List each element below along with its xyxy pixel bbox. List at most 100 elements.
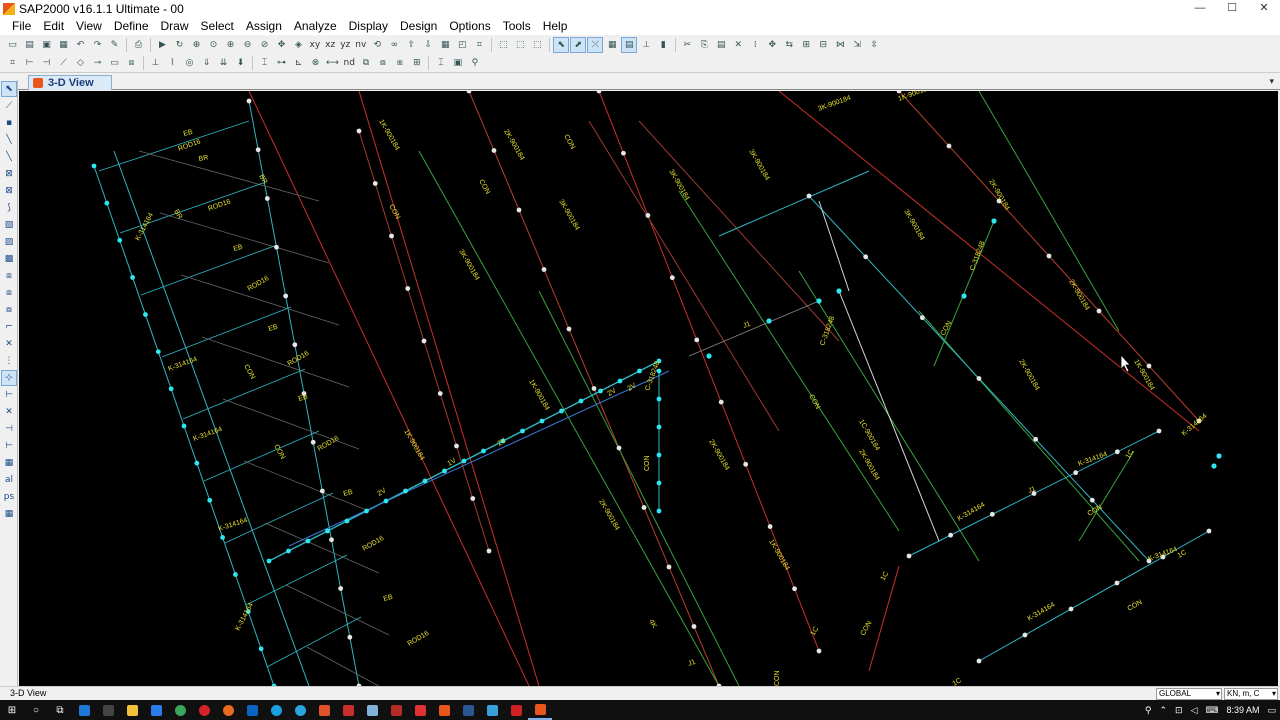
grid-lines-icon[interactable]: ⌗	[5, 55, 21, 71]
joint[interactable]	[305, 538, 311, 544]
joint[interactable]	[1114, 449, 1120, 455]
quick-frame-tool-icon[interactable]: ⊠	[1, 166, 17, 182]
joint[interactable]	[694, 337, 700, 343]
link-icon[interactable]: ⊸	[90, 55, 106, 71]
frame-member[interactable]	[918, 310, 1140, 562]
joint[interactable]	[666, 564, 672, 570]
maximize-button[interactable]: ☐	[1216, 0, 1248, 17]
joint[interactable]	[691, 624, 697, 629]
joint[interactable]	[1033, 436, 1039, 442]
joint[interactable]	[286, 548, 291, 554]
section-cut-icon[interactable]: ⧇	[1, 302, 17, 318]
joint[interactable]	[117, 237, 123, 243]
snap-fine-grid-icon[interactable]: ▦	[1, 455, 17, 471]
reference-point-icon[interactable]: ✕	[1, 336, 17, 352]
frame-section-icon[interactable]: ⌶	[257, 55, 273, 71]
frame-member[interactable]	[978, 91, 1120, 332]
release-icon[interactable]: ⊶	[274, 55, 290, 71]
joint[interactable]	[816, 298, 822, 304]
joint[interactable]	[422, 478, 428, 484]
joint[interactable]	[1022, 632, 1028, 638]
new-file-icon[interactable]: ▭	[5, 37, 21, 53]
joint[interactable]	[617, 378, 623, 384]
quick-brace-icon[interactable]: ⊠	[1, 183, 17, 199]
photos-icon[interactable]	[480, 700, 504, 720]
run-analysis-icon[interactable]: ▶	[155, 37, 171, 53]
joint[interactable]	[255, 147, 261, 153]
settings-icon[interactable]	[96, 700, 120, 720]
delete-icon[interactable]: ✕	[730, 37, 746, 53]
quick-frame-icon[interactable]: ⊣	[39, 55, 55, 71]
menu-analyze[interactable]: Analyze	[288, 17, 343, 35]
merge-icon[interactable]: ⊟	[815, 37, 831, 53]
concrete-design-icon[interactable]: ▣	[450, 55, 466, 71]
joint[interactable]	[130, 275, 135, 280]
joint-load-icon[interactable]: ⇓	[199, 55, 215, 71]
frame-member[interactable]	[678, 190, 900, 532]
joint[interactable]	[1211, 463, 1217, 469]
verify-icon[interactable]: ⚲	[467, 55, 483, 71]
load-case-icon[interactable]: ⧆	[392, 55, 408, 71]
snap-perp-icon[interactable]: ⊣	[1, 421, 17, 437]
print-icon[interactable]: ⎙	[131, 37, 147, 53]
joint[interactable]	[329, 537, 334, 543]
windows-start-icon[interactable]: ⊞	[0, 700, 24, 720]
zoom-step-icon[interactable]: ⊘	[257, 37, 273, 53]
view-xy-button[interactable]: xy	[308, 37, 323, 53]
menu-file[interactable]: File	[6, 17, 37, 35]
outlook-icon[interactable]	[240, 700, 264, 720]
frame-member[interactable]	[98, 120, 250, 172]
draw-solid-icon[interactable]: ⧈	[1, 268, 17, 284]
zoom-in-icon[interactable]: ⊕	[223, 37, 239, 53]
joint[interactable]	[442, 468, 447, 474]
joint[interactable]	[621, 150, 626, 156]
frame-member[interactable]	[638, 120, 840, 342]
people-icon[interactable]: ⚲	[1145, 705, 1152, 716]
assign-display-icon[interactable]: ⧉	[358, 55, 374, 71]
joint[interactable]	[486, 548, 492, 554]
zoom-restore-icon[interactable]: ⊙	[206, 37, 222, 53]
snap-points-icon[interactable]: ⊹	[1, 370, 17, 386]
joint[interactable]	[1089, 497, 1095, 503]
draw-cable-icon[interactable]: ╲	[1, 149, 17, 165]
autocad-icon[interactable]	[312, 700, 336, 720]
frame-member[interactable]	[588, 120, 780, 432]
notepad-icon[interactable]	[360, 700, 384, 720]
joint[interactable]	[481, 448, 486, 454]
3d-view-icon[interactable]: ◈	[291, 37, 307, 53]
joint[interactable]	[1068, 606, 1074, 612]
joint[interactable]	[364, 508, 369, 514]
joint[interactable]	[338, 586, 344, 591]
object-shrink-icon[interactable]: ◰	[454, 37, 470, 53]
quick-area-icon[interactable]: ▩	[1, 251, 17, 267]
frame-member[interactable]	[718, 170, 870, 237]
clear-select-icon[interactable]: ▦	[1, 506, 17, 522]
menu-display[interactable]: Display	[343, 17, 394, 35]
joint[interactable]	[591, 386, 597, 391]
pan-icon[interactable]: ✥	[274, 37, 290, 53]
network-icon[interactable]: ⊡	[1175, 705, 1183, 716]
stretch-icon[interactable]: ⇳	[866, 37, 882, 53]
joint[interactable]	[516, 207, 522, 213]
joint[interactable]	[645, 213, 651, 218]
joint[interactable]	[207, 497, 213, 503]
local-axes-icon[interactable]: ⊾	[291, 55, 307, 71]
joint[interactable]	[991, 218, 997, 224]
menu-define[interactable]: Define	[108, 17, 155, 35]
joint[interactable]	[656, 508, 662, 514]
volume-icon[interactable]: ◁	[1191, 705, 1198, 716]
joint[interactable]	[372, 181, 378, 186]
joint[interactable]	[767, 524, 773, 529]
joint[interactable]	[1096, 308, 1102, 314]
chart-icon[interactable]: ▮	[655, 37, 671, 53]
paste-icon[interactable]: ▤	[713, 37, 729, 53]
joint[interactable]	[616, 445, 622, 451]
language-icon[interactable]: ⌨	[1205, 705, 1218, 716]
joint[interactable]	[470, 496, 476, 501]
joint[interactable]	[919, 315, 925, 321]
frame-draw-icon[interactable]: ⊢	[22, 55, 38, 71]
joint[interactable]	[403, 488, 408, 494]
view-yz-button[interactable]: yz	[338, 37, 352, 53]
edit-pencil-icon[interactable]: ✎	[107, 37, 123, 53]
joint[interactable]	[274, 244, 279, 250]
